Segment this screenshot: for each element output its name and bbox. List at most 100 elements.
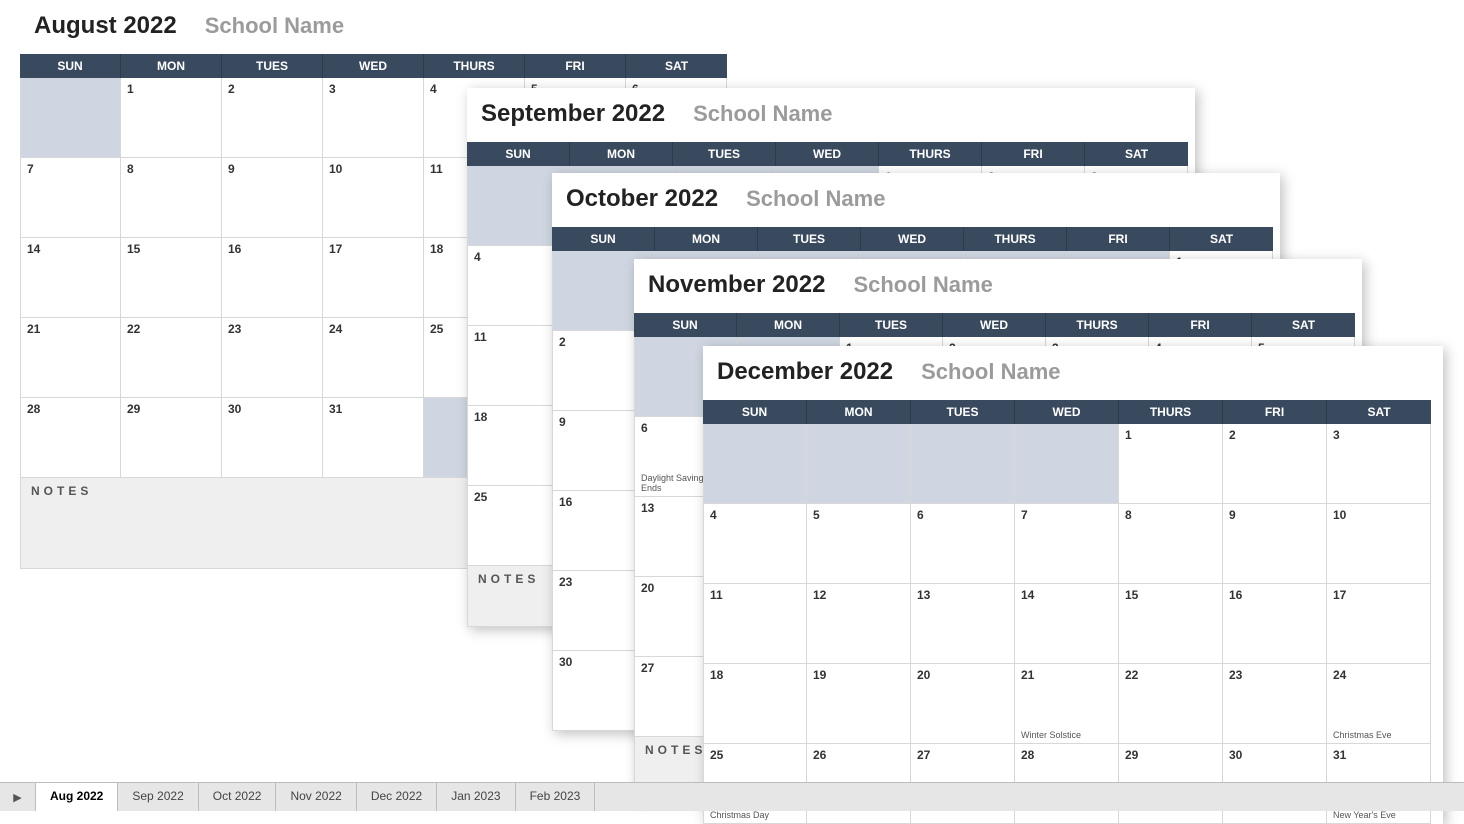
calendar-cell[interactable]: 28 <box>20 398 121 478</box>
day-header-cell: SUN <box>634 313 737 337</box>
day-number: 19 <box>813 668 904 682</box>
day-header-cell: THURS <box>964 227 1067 251</box>
calendar-cell[interactable]: 18 <box>703 664 807 744</box>
calendar-cell[interactable]: 20 <box>911 664 1015 744</box>
calendar-cell[interactable] <box>703 424 807 504</box>
month-title: September 2022 <box>481 100 665 128</box>
day-header-cell: TUES <box>840 313 943 337</box>
calendar-cell[interactable]: 16 <box>1223 584 1327 664</box>
day-number: 15 <box>1125 588 1216 602</box>
day-header-cell: TUES <box>911 400 1015 424</box>
day-header-cell: SAT <box>1327 400 1431 424</box>
calendar-grid: 123456789101112131415161718192021Winter … <box>703 424 1443 824</box>
day-number: 3 <box>1333 428 1424 442</box>
day-header-cell: WED <box>323 54 424 78</box>
sheet-tab[interactable]: Feb 2023 <box>516 783 596 811</box>
day-number: 30 <box>1229 748 1320 762</box>
calendar-cell[interactable]: 23 <box>1223 664 1327 744</box>
calendar-cell[interactable]: 21 <box>20 318 121 398</box>
day-number: 3 <box>329 82 417 96</box>
calendar-cell[interactable]: 30 <box>222 398 323 478</box>
calendar-cell[interactable]: 16 <box>222 238 323 318</box>
day-number: 4 <box>474 250 563 264</box>
school-name: School Name <box>853 272 992 298</box>
day-number: 25 <box>474 490 563 504</box>
day-header-cell: TUES <box>222 54 323 78</box>
calendar-cell[interactable]: 6 <box>911 504 1015 584</box>
day-number: 8 <box>127 162 215 176</box>
calendar-cell[interactable]: 23 <box>222 318 323 398</box>
calendar-cell[interactable]: 9 <box>1223 504 1327 584</box>
sheet-tab[interactable]: Oct 2022 <box>199 783 277 811</box>
day-number: 16 <box>1229 588 1320 602</box>
calendar-cell[interactable]: 19 <box>807 664 911 744</box>
calendar-cell[interactable] <box>807 424 911 504</box>
calendar-cell[interactable]: 5 <box>807 504 911 584</box>
calendar-cell[interactable]: 13 <box>911 584 1015 664</box>
calendar-cell[interactable]: 17 <box>323 238 424 318</box>
day-number: 16 <box>228 242 316 256</box>
day-number: 9 <box>228 162 316 176</box>
calendar-cell[interactable]: 22 <box>1119 664 1223 744</box>
calendar-cell[interactable]: 14 <box>20 238 121 318</box>
calendar-cell[interactable]: 8 <box>121 158 222 238</box>
calendar-cell[interactable] <box>1015 424 1119 504</box>
calendar-cell[interactable]: 2 <box>222 78 323 158</box>
calendar-cell[interactable]: 8 <box>1119 504 1223 584</box>
sheet-tab[interactable]: Nov 2022 <box>276 783 356 811</box>
day-header-cell: SUN <box>20 54 121 78</box>
calendar-cell[interactable]: 31 <box>323 398 424 478</box>
calendar-cell[interactable]: 3 <box>323 78 424 158</box>
sheet-tab[interactable]: Dec 2022 <box>357 783 437 811</box>
tab-nav-button[interactable]: ▶ <box>0 783 36 811</box>
day-number: 4 <box>710 508 800 522</box>
day-header-cell: SAT <box>1085 142 1188 166</box>
calendar-cell[interactable]: 10 <box>323 158 424 238</box>
day-header-cell: THURS <box>1119 400 1223 424</box>
calendar-cell[interactable]: 14 <box>1015 584 1119 664</box>
calendar-cell[interactable]: 1 <box>121 78 222 158</box>
day-number: 27 <box>917 748 1008 762</box>
day-header-cell: WED <box>1015 400 1119 424</box>
day-header-cell: SUN <box>703 400 807 424</box>
sheet-tab[interactable]: Jan 2023 <box>437 783 515 811</box>
calendar-cell[interactable]: 29 <box>121 398 222 478</box>
day-number: 10 <box>329 162 417 176</box>
calendar-cell[interactable]: 15 <box>121 238 222 318</box>
day-header-cell: WED <box>943 313 1046 337</box>
day-header-cell: FRI <box>1149 313 1252 337</box>
day-header-cell: FRI <box>1223 400 1327 424</box>
day-number: 24 <box>329 322 417 336</box>
calendar-cell[interactable]: 21Winter Solstice <box>1015 664 1119 744</box>
calendar-cell[interactable] <box>20 78 121 158</box>
day-number: 22 <box>127 322 215 336</box>
day-header-cell: MON <box>807 400 911 424</box>
calendar-cell[interactable]: 15 <box>1119 584 1223 664</box>
calendar-cell[interactable]: 24Christmas Eve <box>1327 664 1431 744</box>
calendar-cell[interactable]: 12 <box>807 584 911 664</box>
sheet-tab[interactable]: Aug 2022 <box>36 783 118 811</box>
calendar-cell[interactable]: 2 <box>1223 424 1327 504</box>
calendar-cell[interactable]: 9 <box>222 158 323 238</box>
calendar-cell[interactable]: 10 <box>1327 504 1431 584</box>
calendar-cell[interactable]: 11 <box>703 584 807 664</box>
calendar-cell[interactable]: 22 <box>121 318 222 398</box>
calendar-cell[interactable]: 7 <box>1015 504 1119 584</box>
day-number: 20 <box>917 668 1008 682</box>
calendar-cell[interactable]: 7 <box>20 158 121 238</box>
sheet-tab[interactable]: Sep 2022 <box>118 783 198 811</box>
calendar-cell[interactable]: 24 <box>323 318 424 398</box>
day-header-cell: TUES <box>673 142 776 166</box>
day-number: 28 <box>1021 748 1112 762</box>
day-header-cell: MON <box>737 313 840 337</box>
day-header-cell: FRI <box>1067 227 1170 251</box>
day-header-cell: THURS <box>1046 313 1149 337</box>
day-number: 13 <box>917 588 1008 602</box>
calendar-cell[interactable]: 17 <box>1327 584 1431 664</box>
calendar-cell[interactable]: 3 <box>1327 424 1431 504</box>
day-header-cell: WED <box>776 142 879 166</box>
day-number: 26 <box>813 748 904 762</box>
calendar-cell[interactable]: 1 <box>1119 424 1223 504</box>
calendar-cell[interactable] <box>911 424 1015 504</box>
calendar-cell[interactable]: 4 <box>703 504 807 584</box>
